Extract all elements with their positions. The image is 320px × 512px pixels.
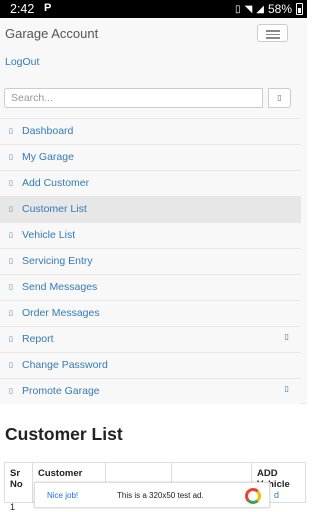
sidebar-item-send-messages[interactable]: ▯ Send Messages [0,274,301,300]
wifi-icon: ◥ [244,3,253,15]
ad-message: This is a 320x50 test ad. [117,491,204,500]
hamburger-icon [266,33,280,35]
ad-logo-icon [245,488,261,504]
sidebar-item-label: Customer List [22,203,87,215]
menu-toggle-button[interactable] [257,24,288,42]
sidebar-item-label: Send Messages [22,281,98,293]
wrench-icon: ▯ [9,258,13,265]
search-button[interactable]: ▯ [268,88,291,108]
signal-icon: ◢ [256,3,264,15]
cart-icon: ▯ [9,310,13,317]
sidebar-item-label: Dashboard [22,125,74,137]
status-bar: 2:42 P ▯ ◥ ◢ 58% [0,0,307,18]
dashboard-icon: ▯ [9,128,13,135]
search-bar: ▯ [4,88,291,108]
battery-icon [296,3,303,15]
sidebar-menu: ▯ Dashboard ▯ My Garage ▯ Add Customer ▯… [0,118,301,404]
report-icon: ▯ [9,336,13,343]
list-icon: ▯ [9,206,13,213]
sidebar-item-dashboard[interactable]: ▯ Dashboard [0,118,301,144]
status-time: 2:42 [10,2,35,16]
chevron-left-icon: ▯ [284,332,289,341]
ad-banner[interactable]: Nice job! This is a 320x50 test ad. [34,482,270,508]
sidebar-item-promote-garage[interactable]: ▯ Promote Garage ▯ [0,378,301,404]
search-icon: ▯ [277,93,282,102]
sidebar-item-customer-list[interactable]: ▯ Customer List [0,196,301,222]
vehicle-icon: ▯ [9,232,13,239]
status-icons: ▯ ◥ ◢ 58% [235,2,303,16]
add-vehicle-link[interactable]: d [274,490,279,500]
brand-title[interactable]: Garage Account [5,26,98,41]
add-user-icon: ▯ [9,180,13,187]
sidebar-item-label: My Garage [22,151,74,163]
sidebar-item-my-garage[interactable]: ▯ My Garage [0,144,301,170]
ad-nice-label: Nice job! [47,491,79,500]
page-title: Customer List [5,424,123,444]
sidebar-item-label: Add Customer [22,177,90,189]
sidebar-item-vehicle-list[interactable]: ▯ Vehicle List [0,222,301,248]
sidebar-item-report[interactable]: ▯ Report ▯ [0,326,301,352]
navbar: Garage Account LogOut ▯ ▯ Dashboard ▯ My… [0,18,307,404]
sidebar-item-add-customer[interactable]: ▯ Add Customer [0,170,301,196]
hamburger-icon [266,37,280,39]
sidebar-item-label: Servicing Entry [22,255,93,267]
sidebar-item-order-messages[interactable]: ▯ Order Messages [0,300,301,326]
sidebar-item-label: Order Messages [22,307,100,319]
table-row-sr: 1 [10,502,16,512]
page: Garage Account LogOut ▯ ▯ Dashboard ▯ My… [0,18,307,512]
hamburger-icon [266,30,280,32]
vibrate-icon: ▯ [235,3,241,15]
sidebar-item-label: Change Password [22,359,108,371]
search-input[interactable] [4,88,263,108]
sidebar-item-label: Report [22,333,54,345]
notification-icon: P [44,2,52,14]
sidebar-item-label: Promote Garage [22,385,100,397]
sidebar-item-change-password[interactable]: ▯ Change Password [0,352,301,378]
chevron-left-icon: ▯ [284,384,289,393]
key-icon: ▯ [9,362,13,369]
promote-icon: ▯ [9,388,13,395]
sidebar-item-label: Vehicle List [22,229,76,241]
logout-link[interactable]: LogOut [5,56,39,68]
envelope-icon: ▯ [9,284,13,291]
sidebar-item-servicing-entry[interactable]: ▯ Servicing Entry [0,248,301,274]
garage-icon: ▯ [9,154,13,161]
battery-percent: 58% [267,2,292,16]
table-header-sr-no: Sr No [4,462,33,503]
